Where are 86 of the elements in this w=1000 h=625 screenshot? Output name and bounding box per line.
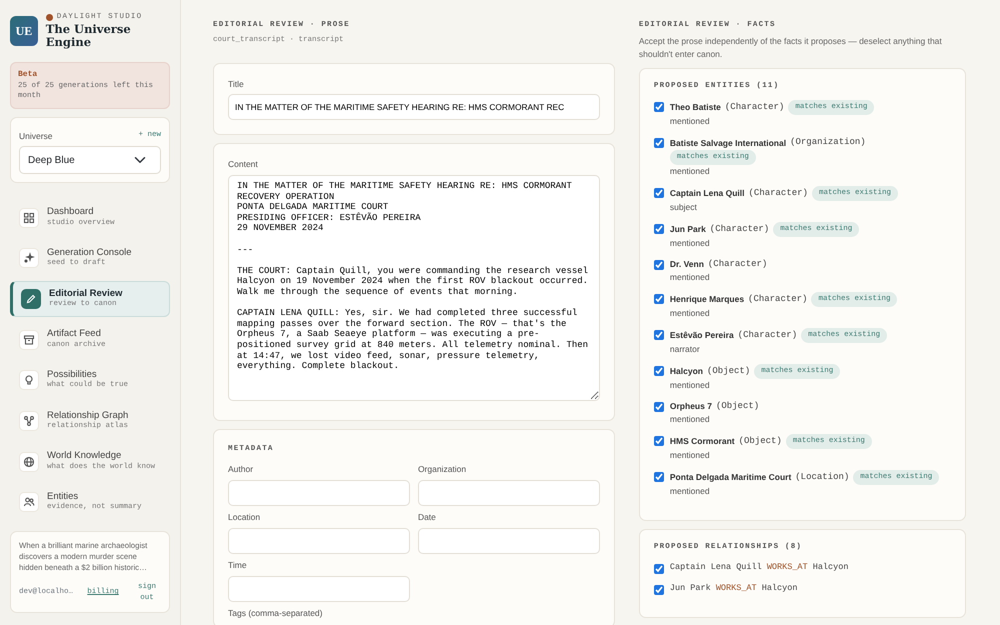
text-field[interactable] bbox=[418, 528, 600, 554]
entity-name: Orpheus 7 bbox=[670, 400, 712, 413]
entity-type: (Object) bbox=[738, 435, 782, 448]
entity-name: Captain Lena Quill bbox=[670, 186, 745, 200]
checkbox[interactable] bbox=[654, 436, 664, 446]
entity-type: (Organization) bbox=[790, 136, 866, 150]
nav-item-title: Entities bbox=[47, 490, 80, 502]
entity-type: (Character) bbox=[748, 186, 808, 200]
nav-item-title: Editorial Review bbox=[49, 288, 122, 300]
field-label: Author bbox=[228, 463, 254, 476]
archive-icon bbox=[19, 330, 39, 350]
lightbulb-icon bbox=[19, 370, 39, 390]
universe-select[interactable]: Deep Blue bbox=[19, 146, 161, 174]
nav-item-title: Artifact Feed bbox=[47, 328, 102, 340]
field-label: Organization bbox=[418, 463, 468, 476]
text-field[interactable] bbox=[228, 576, 410, 602]
pencil-icon bbox=[21, 289, 41, 310]
status-dot bbox=[46, 14, 53, 22]
entity-type: (Character) bbox=[724, 101, 784, 114]
field-label: Title bbox=[228, 78, 245, 90]
plan-label: Beta bbox=[18, 68, 38, 81]
nav-item-title: Dashboard bbox=[47, 206, 94, 218]
section-description: Accept the prose independently of the facts it proposes — deselect anything that shouldn't enter canon. bbox=[638, 35, 943, 60]
checkbox[interactable] bbox=[654, 138, 664, 148]
entity-role: mentioned bbox=[670, 485, 711, 498]
globe-icon bbox=[19, 452, 39, 472]
checkbox[interactable] bbox=[654, 260, 664, 270]
sparkle-icon bbox=[19, 248, 39, 268]
entity-name: Estêvão Pereira bbox=[670, 329, 734, 342]
app-title: The Universe Engine bbox=[46, 23, 132, 50]
nav-item-title: Relationship Graph bbox=[47, 410, 128, 422]
entity-role: mentioned bbox=[670, 271, 711, 284]
entity-role: mentioned bbox=[670, 379, 711, 392]
graph-icon bbox=[19, 410, 39, 431]
entity-role: mentioned bbox=[670, 236, 711, 250]
entity-name: HMS Cormorant bbox=[670, 435, 735, 448]
entity-type: (Object) bbox=[706, 364, 750, 378]
checkbox[interactable] bbox=[654, 472, 664, 482]
entity-name: Theo Batiste bbox=[670, 101, 721, 114]
entity-type: (Character) bbox=[748, 292, 808, 306]
entity-role: subject bbox=[670, 200, 698, 214]
checkbox[interactable] bbox=[654, 102, 664, 112]
entity-name: Ponta Delgada Maritime Court bbox=[670, 471, 792, 484]
entity-name: Henrique Marques bbox=[670, 293, 744, 306]
entity-role: narrator bbox=[670, 343, 701, 356]
entity-type: (Character) bbox=[738, 328, 798, 342]
text-field[interactable] bbox=[228, 528, 410, 554]
entity-name: Batiste Salvage International bbox=[670, 136, 786, 150]
entity-name: Jun Park bbox=[670, 222, 706, 236]
text-field[interactable] bbox=[418, 480, 600, 506]
entity-type: (Character) bbox=[710, 222, 770, 236]
checkbox[interactable] bbox=[654, 330, 664, 340]
entity-role: mentioned bbox=[670, 413, 711, 426]
grid-icon bbox=[19, 208, 39, 228]
field-label: Location bbox=[228, 511, 262, 524]
entity-type: (Object) bbox=[716, 400, 760, 413]
checkbox[interactable] bbox=[654, 294, 664, 304]
nav-item-title: Generation Console bbox=[47, 247, 132, 258]
field-label: Date bbox=[418, 511, 437, 524]
text-field[interactable] bbox=[228, 480, 410, 506]
entity-role: mentioned bbox=[670, 115, 711, 128]
field-label: Time bbox=[228, 558, 248, 572]
checkbox[interactable] bbox=[654, 584, 664, 594]
entity-role: mentioned bbox=[670, 164, 711, 178]
entity-name: Halcyon bbox=[670, 365, 703, 378]
content-field[interactable]: IN THE MATTER OF THE MARITIME SAFETY HEARING RE: HMS CORMORANT RECOVERY OPERATION PONTA DELGADA MARITIME COURT PRESIDING OFFICER: ESTÊVÃO PEREIRA 29 NOVEMBER 2024 --- THE COURT: Captain Quill, you were commanding the research vessel Halcyon on 19 November 2024 when the first ROV blackout occurred. Walk me through the sequence of events that morning. CAPTAIN LENA QUILL: Yes, sir. We had completed three successful mapping passes over the forward section. The ROV — that's the Orpheus 7, a Saab Seaeye platform — was executing a pre-positioned survey grid at 840 meters. All telemetry nominal. Then at 14:47, we lost video feed, sonar, pressure telemetry, everything. Complete blackout. bbox=[228, 175, 600, 401]
field-label: Tags (comma-separated) bbox=[228, 606, 324, 620]
universe-label: Universe bbox=[19, 130, 53, 142]
checkbox[interactable] bbox=[654, 224, 664, 234]
checkbox[interactable] bbox=[654, 366, 664, 376]
nav-item-title: Possibilities bbox=[47, 369, 98, 380]
relationship-text: Jun Park WORKS_AT Halcyon bbox=[670, 582, 798, 595]
logo: UE bbox=[10, 16, 38, 46]
title-field[interactable]: IN THE MATTER OF THE MARITIME SAFETY HEARING RE: HMS CORMORANT REC bbox=[228, 94, 600, 120]
entity-role: mentioned bbox=[670, 449, 711, 462]
entity-name: Dr. Venn bbox=[670, 258, 704, 271]
checkbox[interactable] bbox=[654, 188, 664, 198]
entity-type: (Location) bbox=[795, 471, 850, 484]
checkbox[interactable] bbox=[654, 564, 664, 574]
people-icon bbox=[19, 492, 39, 512]
relationship-text: Captain Lena Quill WORKS_AT Halcyon bbox=[670, 561, 848, 574]
entity-type: (Character) bbox=[708, 258, 768, 271]
field-label: Content bbox=[228, 158, 259, 171]
checkbox[interactable] bbox=[654, 402, 664, 412]
nav-item-title: World Knowledge bbox=[47, 450, 122, 462]
entity-role: mentioned bbox=[670, 307, 711, 320]
